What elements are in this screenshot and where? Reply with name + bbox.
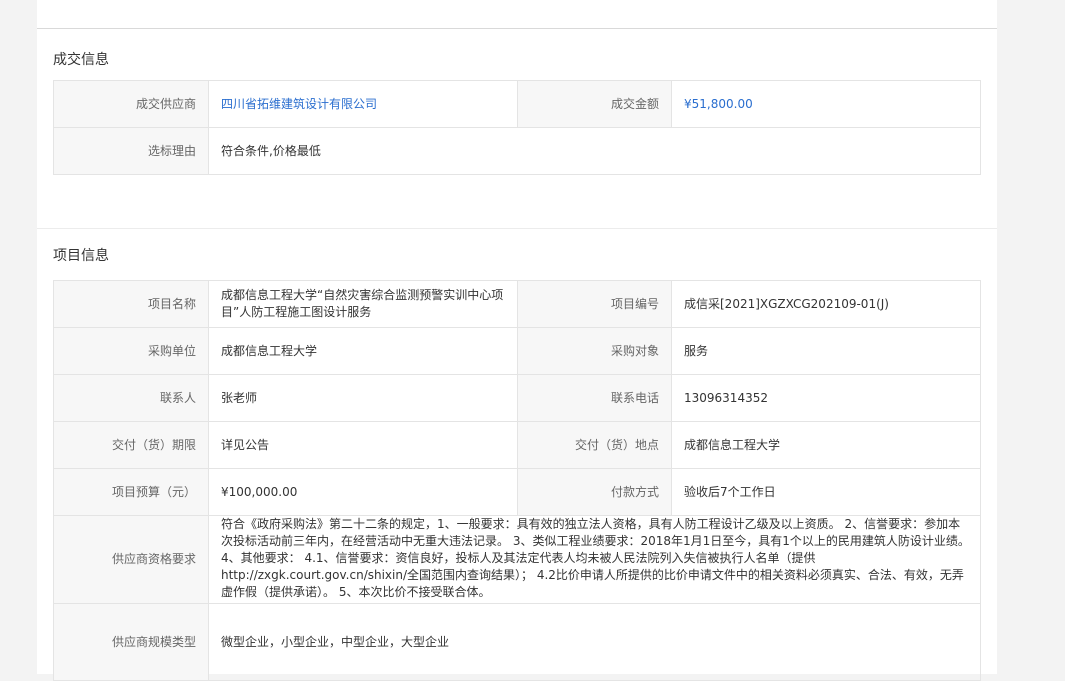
contact-value: 张老师 [208, 374, 518, 422]
table-row: 采购单位 成都信息工程大学 采购对象 服务 [53, 327, 981, 375]
section-divider [37, 228, 997, 229]
contact-label: 联系人 [53, 374, 209, 422]
object-value: 服务 [671, 327, 981, 375]
scale-label: 供应商规模类型 [53, 603, 209, 681]
project-name-value: 成都信息工程大学“自然灾害综合监测预警实训中心项目”人防工程施工图设计服务 [208, 280, 518, 328]
payment-value: 验收后7个工作日 [671, 468, 981, 516]
project-info-table: 项目名称 成都信息工程大学“自然灾害综合监测预警实训中心项目”人防工程施工图设计… [53, 280, 981, 681]
amount-label: 成交金额 [517, 80, 672, 128]
phone-value: 13096314352 [671, 374, 981, 422]
period-value: 详见公告 [208, 421, 518, 469]
payment-label: 付款方式 [517, 468, 672, 516]
qualification-label: 供应商资格要求 [53, 515, 209, 604]
project-name-label: 项目名称 [53, 280, 209, 328]
place-label: 交付（货）地点 [517, 421, 672, 469]
project-code-value: 成信采[2021]XGZXCG202109-01(J) [671, 280, 981, 328]
buyer-label: 采购单位 [53, 327, 209, 375]
buyer-value: 成都信息工程大学 [208, 327, 518, 375]
table-row: 项目名称 成都信息工程大学“自然灾害综合监测预警实训中心项目”人防工程施工图设计… [53, 280, 981, 328]
scale-value: 微型企业，小型企业，中型企业，大型企业 [208, 603, 981, 681]
table-row: 交付（货）期限 详见公告 交付（货）地点 成都信息工程大学 [53, 421, 981, 469]
period-label: 交付（货）期限 [53, 421, 209, 469]
reason-value: 符合条件,价格最低 [208, 127, 981, 175]
table-row: 项目预算（元） ¥100,000.00 付款方式 验收后7个工作日 [53, 468, 981, 516]
amount-value: ¥51,800.00 [671, 80, 981, 128]
table-row: 成交供应商 四川省拓维建筑设计有限公司 成交金额 ¥51,800.00 [53, 80, 981, 128]
object-label: 采购对象 [517, 327, 672, 375]
supplier-link[interactable]: 四川省拓维建筑设计有限公司 [208, 80, 518, 128]
table-row: 联系人 张老师 联系电话 13096314352 [53, 374, 981, 422]
reason-label: 选标理由 [53, 127, 209, 175]
table-row: 供应商资格要求 符合《政府采购法》第二十二条的规定，1、一般要求：具有效的独立法… [53, 515, 981, 604]
phone-label: 联系电话 [517, 374, 672, 422]
deal-section-title: 成交信息 [53, 52, 109, 68]
supplier-label: 成交供应商 [53, 80, 209, 128]
project-section-title: 项目信息 [53, 248, 109, 264]
table-row: 选标理由 符合条件,价格最低 [53, 127, 981, 175]
qualification-value: 符合《政府采购法》第二十二条的规定，1、一般要求：具有效的独立法人资格，具有人防… [208, 515, 981, 604]
budget-value: ¥100,000.00 [208, 468, 518, 516]
divider [37, 28, 997, 29]
place-value: 成都信息工程大学 [671, 421, 981, 469]
table-row: 供应商规模类型 微型企业，小型企业，中型企业，大型企业 [53, 603, 981, 681]
content-card: 成交信息 成交供应商 四川省拓维建筑设计有限公司 成交金额 ¥51,800.00… [37, 0, 997, 681]
budget-label: 项目预算（元） [53, 468, 209, 516]
deal-info-table: 成交供应商 四川省拓维建筑设计有限公司 成交金额 ¥51,800.00 选标理由… [53, 80, 981, 175]
project-code-label: 项目编号 [517, 280, 672, 328]
